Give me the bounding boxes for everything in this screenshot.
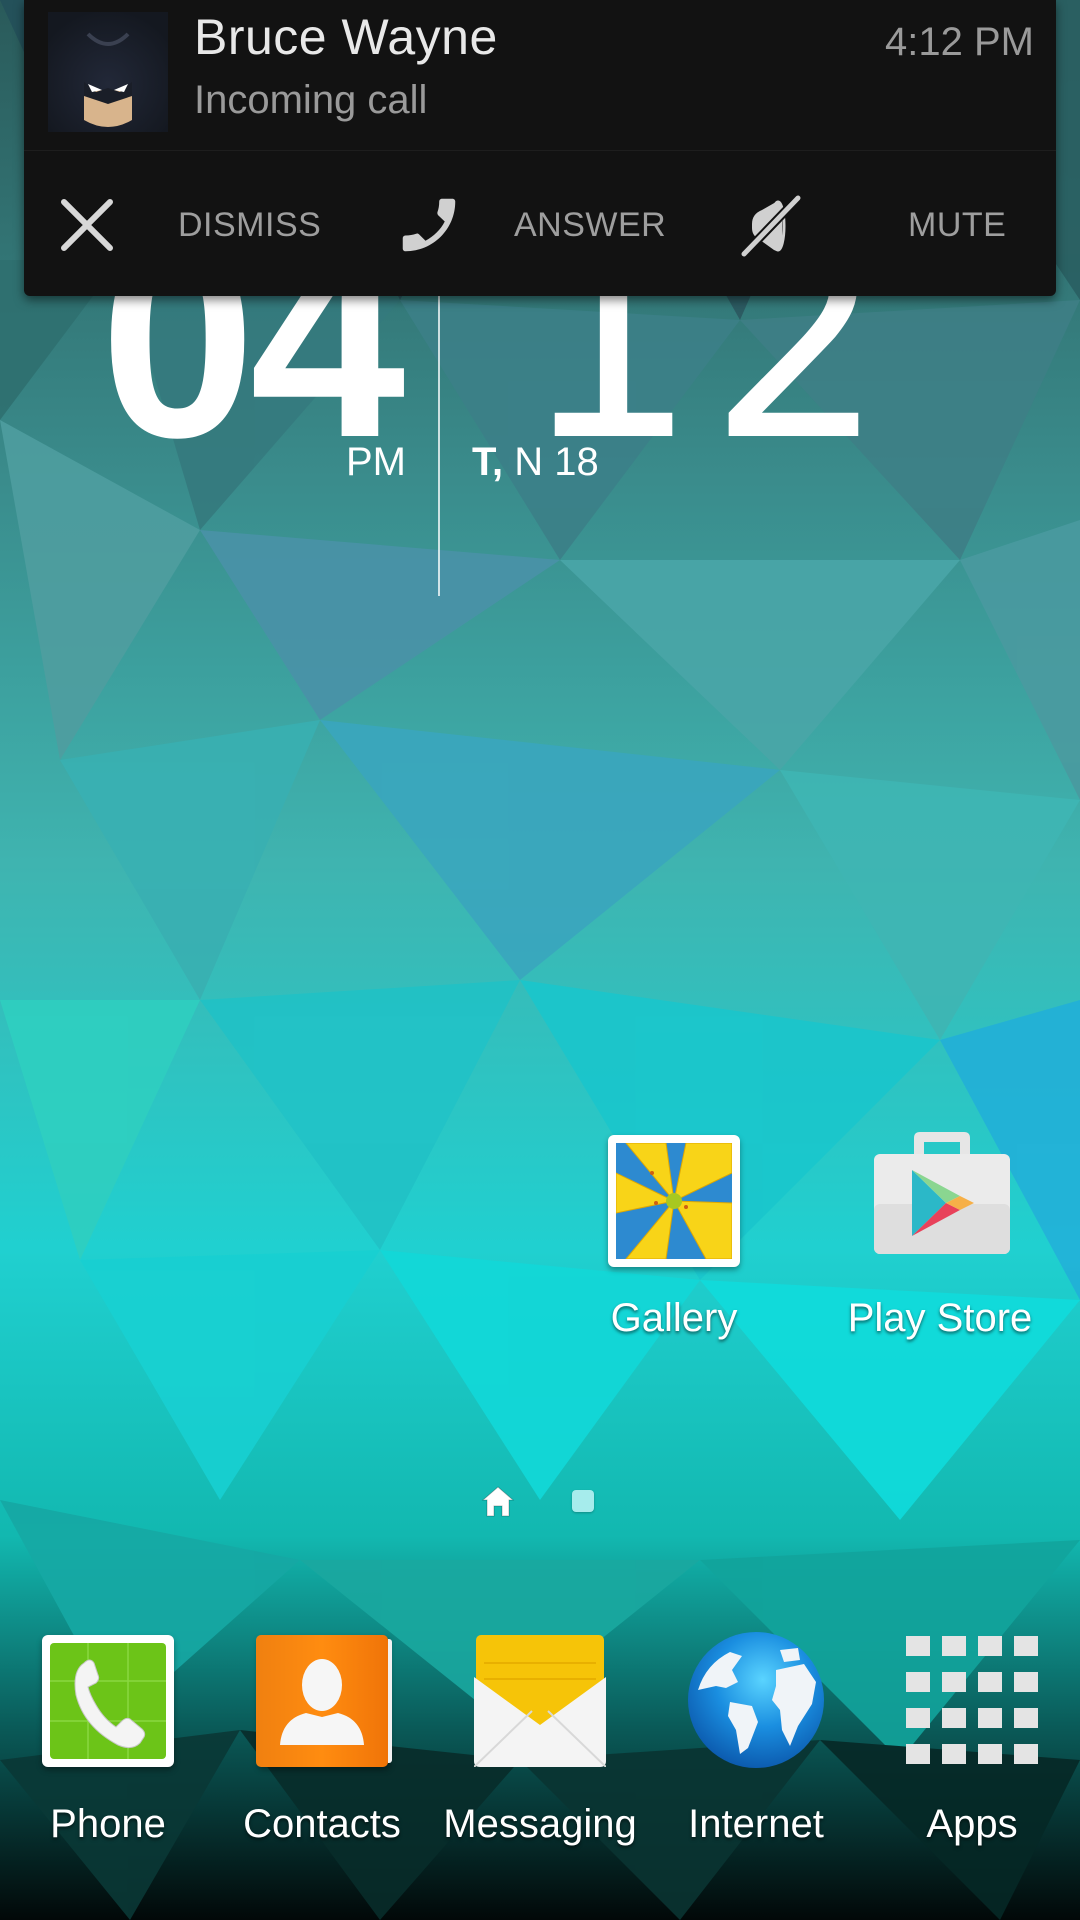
clock-date-day: T, — [472, 440, 504, 484]
page-indicator-dot[interactable] — [572, 1490, 594, 1512]
messaging-label: Messaging — [443, 1802, 637, 1846]
messaging-icon — [473, 1635, 607, 1768]
apps-grid-icon — [906, 1636, 1038, 1768]
clock-ampm: PM — [346, 440, 406, 484]
play-store-icon — [874, 1130, 1010, 1258]
app-gallery[interactable]: Gallery — [574, 1130, 774, 1360]
dock-apps[interactable]: Apps — [872, 1630, 1072, 1880]
contacts-label: Contacts — [243, 1802, 401, 1846]
gallery-label: Gallery — [610, 1296, 738, 1340]
phone-label: Phone — [50, 1802, 166, 1846]
answer-button[interactable]: ANSWER — [394, 180, 694, 270]
incoming-call-notification[interactable]: Bruce Wayne Incoming call 4:12 PM DISMIS… — [24, 0, 1056, 296]
mute-label: MUTE — [908, 205, 1007, 244]
phone-app-icon — [42, 1635, 174, 1767]
answer-label: ANSWER — [514, 205, 667, 244]
dock-messaging[interactable]: Messaging — [440, 1630, 640, 1880]
phone-icon — [402, 198, 456, 252]
dismiss-label: DISMISS — [178, 205, 322, 244]
clock-divider — [438, 296, 440, 596]
app-play-store[interactable]: Play Store — [840, 1130, 1040, 1360]
dock-contacts[interactable]: Contacts — [222, 1630, 422, 1880]
batman-avatar-icon — [48, 12, 168, 132]
internet-globe-icon — [686, 1630, 826, 1770]
dock-internet[interactable]: Internet — [656, 1630, 856, 1880]
mute-button[interactable]: MUTE — [736, 180, 1036, 270]
clock-date-rest: N 18 — [514, 440, 599, 484]
internet-label: Internet — [688, 1802, 824, 1846]
home-page-indicator-icon[interactable] — [480, 1484, 516, 1520]
mute-speaker-icon — [740, 194, 802, 258]
apps-label: Apps — [926, 1802, 1018, 1846]
dock-phone[interactable]: Phone — [8, 1630, 208, 1880]
dismiss-button[interactable]: DISMISS — [44, 180, 321, 270]
clock-date: T, N 18 — [472, 440, 599, 485]
gallery-icon — [608, 1135, 740, 1267]
contacts-icon — [256, 1635, 392, 1767]
call-status: Incoming call — [194, 78, 428, 122]
play-store-label: Play Store — [847, 1296, 1033, 1340]
notification-divider — [24, 150, 1056, 151]
caller-name: Bruce Wayne — [194, 9, 498, 65]
close-icon — [61, 199, 113, 251]
notification-time: 4:12 PM — [885, 20, 1034, 64]
